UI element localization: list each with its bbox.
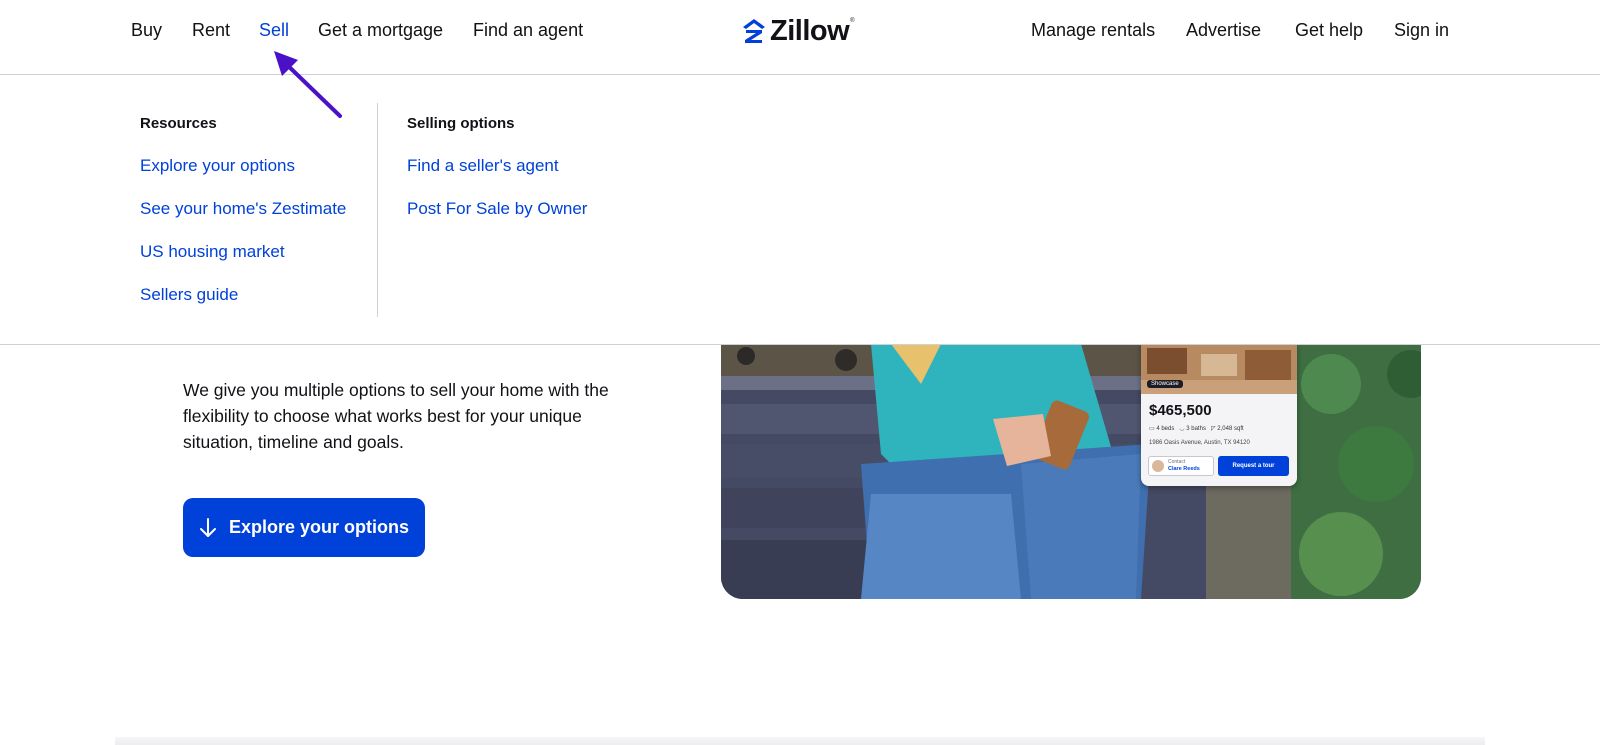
agent-avatar [1152,460,1164,472]
arrow-down-icon [199,517,217,538]
hero-photo-illustration [721,344,1421,599]
listing-sqft: 2,048 sqft [1217,426,1244,432]
hero-photo [721,344,1421,599]
annotation-arrow-icon [274,51,342,118]
trademark-symbol: ® [850,18,855,24]
nav-sell[interactable]: Sell [259,20,289,41]
listing-facts: ▭ 4 beds ◡ 3 baths ◸ 2,048 sqft [1149,425,1244,432]
listing-address: 1986 Oasis Avenue, Austin, TX 94120 [1149,440,1250,446]
listing-beds: 4 beds [1156,426,1175,432]
agent-name: Clare Reeds [1168,466,1200,472]
showcase-badge: Showcase [1147,380,1183,388]
bed-icon: ▭ [1149,426,1155,432]
explore-options-button-label: Explore your options [228,517,410,537]
bath-icon: ◡ [1179,426,1185,432]
column-divider [377,103,378,317]
listing-baths: 3 baths [1186,426,1206,432]
link-sellers-guide[interactable]: Sellers guide [140,285,238,305]
top-navigation-bar: Buy Rent Sell Get a mortgage Find an age… [0,0,1600,75]
nav-buy[interactable]: Buy [131,20,162,41]
listing-card: Showcase $465,500 ▭ 4 beds ◡ 3 baths ◸ 2… [1141,344,1297,486]
link-see-your-homes-zestimate[interactable]: See your home's Zestimate [140,199,346,219]
nav-get-help[interactable]: Get help [1295,20,1363,41]
contact-agent-button[interactable]: Contact Clare Reeds [1148,456,1214,476]
logo-wordmark: Zillow [770,14,850,47]
nav-get-a-mortgage[interactable]: Get a mortgage [318,20,443,41]
explore-options-button[interactable]: Explore your options [183,498,425,557]
link-us-housing-market[interactable]: US housing market [140,242,285,262]
resources-heading: Resources [140,115,217,132]
nav-advertise[interactable]: Advertise [1186,20,1261,41]
page-section-edge [115,737,1485,745]
nav-sign-in[interactable]: Sign in [1394,20,1449,41]
selling-options-heading: Selling options [407,115,515,132]
link-find-a-sellers-agent[interactable]: Find a seller's agent [407,156,559,176]
nav-find-an-agent[interactable]: Find an agent [473,20,583,41]
listing-price: $465,500 [1149,402,1212,419]
hero-description: We give you multiple options to sell you… [183,380,609,452]
contact-label: Contact [1168,459,1186,465]
sell-dropdown-menu: Resources Explore your options See your … [0,75,1600,345]
request-tour-button[interactable]: Request a tour [1218,456,1289,476]
sqft-icon: ◸ [1211,426,1216,432]
link-post-for-sale-by-owner[interactable]: Post For Sale by Owner [407,199,587,219]
nav-manage-rentals[interactable]: Manage rentals [1031,20,1155,41]
zillow-z-icon [743,19,765,43]
zillow-logo[interactable]: Zillow ® [742,14,855,47]
nav-rent[interactable]: Rent [192,20,230,41]
link-explore-your-options[interactable]: Explore your options [140,156,295,176]
